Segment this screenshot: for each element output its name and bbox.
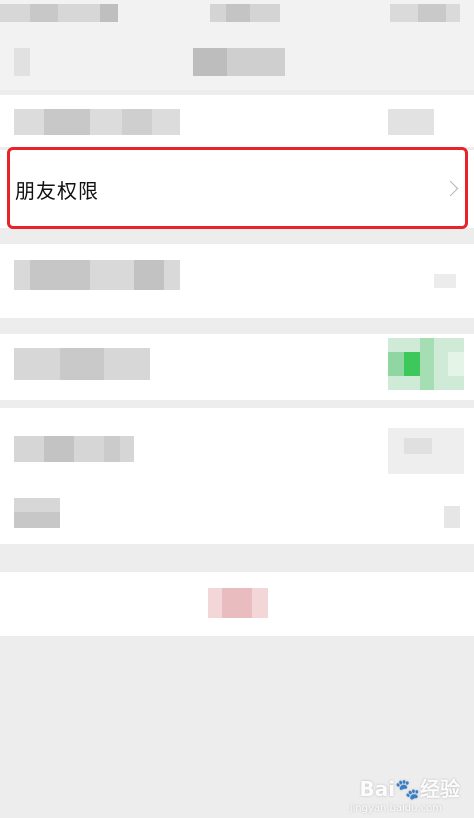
settings-row-4-blurred[interactable]: [0, 334, 474, 400]
watermark-brand: Bai: [359, 777, 396, 801]
watermark-suffix: 经验: [420, 777, 460, 801]
settings-row-5-blurred[interactable]: [0, 408, 474, 484]
watermark-logo: Bai🐾经验: [359, 773, 460, 802]
delete-action-row-blurred[interactable]: [0, 572, 474, 636]
settings-row-3-blurred[interactable]: [0, 244, 474, 318]
highlight-box: [7, 147, 468, 229]
paw-icon: 🐾: [395, 777, 420, 801]
top-header-blurred: [0, 0, 474, 90]
settings-row-1-blurred[interactable]: [0, 95, 474, 147]
watermark-domain: jingyan.baidu.com: [349, 803, 442, 814]
settings-row-6-blurred[interactable]: [0, 484, 474, 544]
